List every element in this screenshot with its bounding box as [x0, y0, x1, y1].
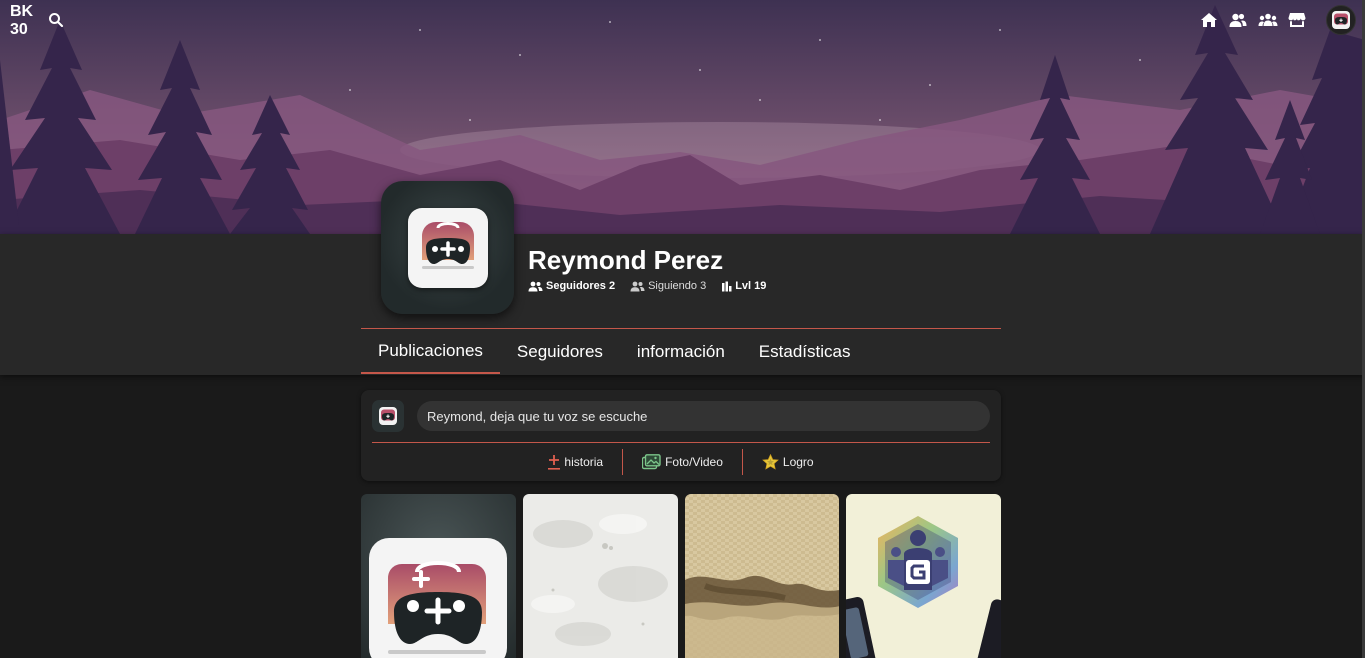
- brand-logo[interactable]: BK 30: [10, 3, 36, 39]
- brand-line-2: 30: [10, 21, 28, 38]
- user-avatar-menu[interactable]: [1326, 5, 1356, 35]
- tab-informacion[interactable]: información: [620, 329, 742, 374]
- following-stat[interactable]: Siguiendo 3: [630, 280, 706, 292]
- tab-estadisticas[interactable]: Estadísticas: [742, 329, 868, 374]
- post-card[interactable]: [684, 494, 840, 658]
- post-card[interactable]: [361, 494, 516, 658]
- sand-texture-image: [684, 494, 840, 658]
- gamepad-app-image: [361, 494, 516, 658]
- level-label: Lvl 19: [735, 280, 767, 292]
- posts-gallery: [361, 494, 1001, 658]
- guild-badge-image: [846, 494, 1001, 658]
- followers-icon: [528, 281, 543, 291]
- composer-divider: [372, 442, 990, 443]
- cover-banner: BK 30: [0, 0, 1365, 234]
- store-icon[interactable]: [1287, 10, 1307, 30]
- tab-seguidores[interactable]: Seguidores: [500, 329, 620, 374]
- white-texture-image: [522, 494, 678, 658]
- post-card[interactable]: [522, 494, 678, 658]
- story-button[interactable]: historia: [529, 449, 622, 475]
- photo-video-label: Foto/Video: [665, 455, 723, 469]
- level-icon: [722, 281, 732, 291]
- gamepad-logo-icon: [379, 407, 397, 425]
- brand-line-1: BK: [10, 3, 34, 20]
- profile-name: Reymond Perez: [528, 245, 724, 275]
- star-icon: [762, 454, 779, 470]
- following-label: Siguiendo 3: [648, 280, 707, 292]
- search-icon[interactable]: [46, 10, 66, 30]
- post-input[interactable]: [417, 401, 990, 431]
- profile-stats: Seguidores 2 Siguiendo 3 Lvl 19: [528, 280, 766, 292]
- profile-avatar-tile: [407, 207, 488, 288]
- photo-video-button[interactable]: Foto/Video: [623, 449, 742, 475]
- profile-avatar[interactable]: [381, 181, 514, 314]
- profile-tabs: Publicaciones Seguidores información Est…: [361, 329, 867, 374]
- following-icon: [630, 281, 645, 291]
- tab-publicaciones[interactable]: Publicaciones: [361, 329, 500, 374]
- plus-icon: [548, 455, 561, 470]
- photo-icon: [642, 454, 661, 470]
- followers-stat[interactable]: Seguidores 2: [528, 280, 615, 292]
- level-stat: Lvl 19: [721, 280, 766, 292]
- post-composer: historia Foto/Video Logro: [361, 390, 1001, 481]
- composer-actions: historia Foto/Video Logro: [372, 449, 990, 475]
- home-icon[interactable]: [1199, 10, 1219, 30]
- friends-icon[interactable]: [1228, 10, 1248, 30]
- achievement-button[interactable]: Logro: [743, 449, 833, 475]
- composer-avatar: [372, 400, 404, 432]
- gamepad-logo-icon: [1332, 11, 1350, 29]
- followers-label: Seguidores 2: [546, 280, 616, 292]
- gamepad-logo-icon: [421, 221, 474, 269]
- story-label: historia: [564, 455, 604, 469]
- groups-icon[interactable]: [1258, 10, 1278, 30]
- achievement-label: Logro: [782, 455, 814, 469]
- post-card[interactable]: [846, 494, 1001, 658]
- profile-page: BK 30 Reymond Perez Seguidores 2 Siguien…: [0, 0, 1365, 658]
- top-navigation-bar: BK 30: [0, 0, 1365, 40]
